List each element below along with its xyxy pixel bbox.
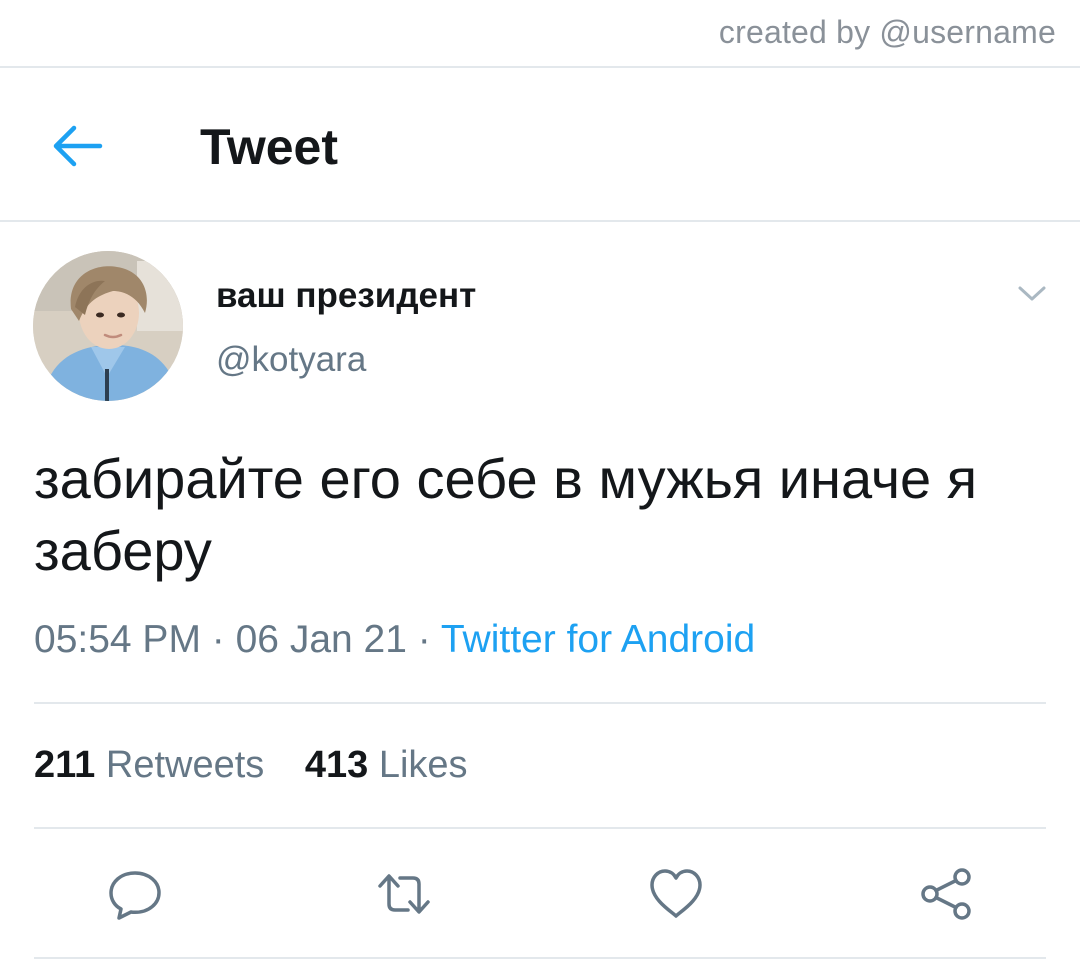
page-title: Tweet	[200, 119, 338, 175]
arrow-left-icon	[53, 125, 103, 167]
tweet-metadata: 05:54 PM · 06 Jan 21 · Twitter for Andro…	[34, 618, 755, 662]
stats-divider-bottom	[34, 827, 1046, 829]
tweet-source-link[interactable]: Twitter for Android	[441, 618, 755, 661]
avatar-photo	[33, 251, 183, 401]
tweet-date: 06 Jan 21	[235, 618, 407, 661]
share-button[interactable]	[918, 866, 974, 922]
reply-button[interactable]	[107, 866, 163, 922]
tweet-time: 05:54 PM	[34, 618, 201, 661]
retweet-icon	[378, 874, 430, 914]
tweet-detail-page: created by @username Tweet ваш президент…	[0, 0, 1080, 976]
retweets-count: 211	[34, 744, 96, 786]
meta-separator: ·	[200, 618, 236, 661]
back-button[interactable]	[50, 122, 104, 170]
retweet-button[interactable]	[376, 866, 432, 922]
meta-separator: ·	[406, 618, 441, 661]
engagement-stats: 211 Retweets 413 Likes	[34, 744, 468, 787]
actions-divider-bottom	[34, 957, 1046, 959]
author-handle[interactable]: @kotyara	[216, 340, 366, 380]
share-icon	[921, 868, 971, 920]
top-divider	[0, 66, 1080, 68]
tweet-text: забирайте его себе в мужья иначе я забер…	[34, 447, 978, 582]
likes-count: 413	[304, 744, 369, 786]
avatar[interactable]	[33, 251, 183, 401]
stats-divider-top	[34, 702, 1046, 704]
likes-stat[interactable]: 413 Likes	[305, 744, 468, 786]
like-icon	[650, 869, 702, 918]
chevron-down-icon	[1018, 286, 1046, 301]
retweets-label: Retweets	[105, 744, 265, 786]
author-display-name[interactable]: ваш президент	[216, 276, 476, 316]
retweets-stat[interactable]: 211 Retweets	[34, 744, 264, 786]
watermark-text: created by @username	[718, 14, 1056, 50]
header-divider	[0, 220, 1080, 222]
like-button[interactable]	[648, 866, 704, 922]
reply-icon	[109, 871, 161, 920]
likes-label: Likes	[378, 744, 468, 786]
more-options-button[interactable]	[1012, 278, 1052, 308]
